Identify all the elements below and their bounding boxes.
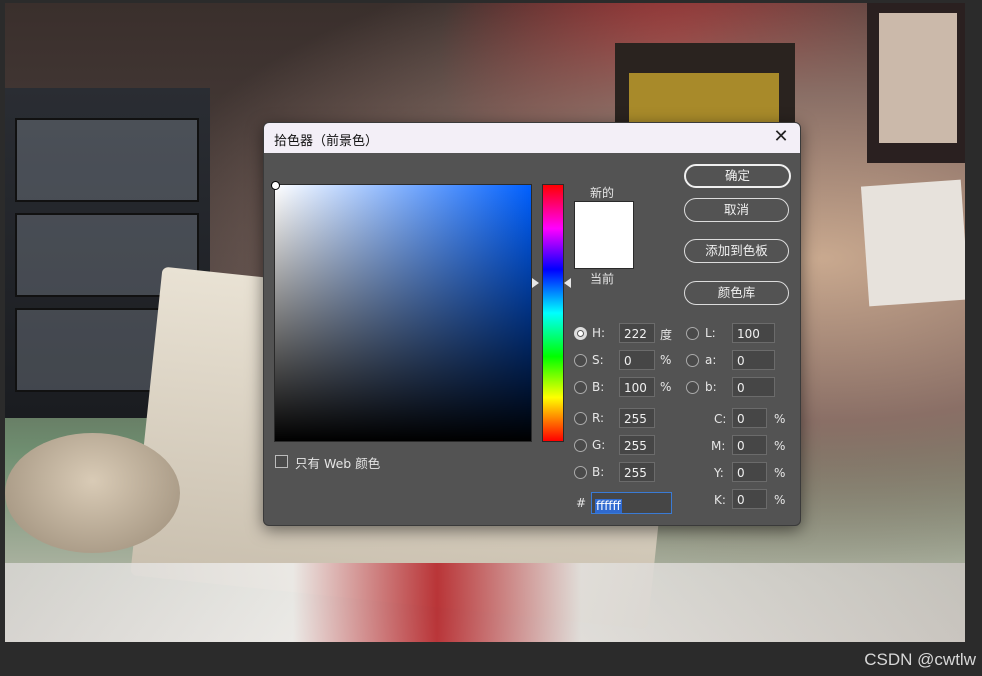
hex-value-selected: ffffff	[595, 499, 622, 513]
hue-slider-left-arrow-icon[interactable]	[532, 278, 539, 288]
title-bar[interactable]: 拾色器（前景色） ✕	[264, 123, 800, 153]
color-field[interactable]	[271, 181, 532, 442]
input-l[interactable]: 100	[732, 323, 775, 343]
label-c: C:	[714, 412, 727, 426]
background-frame	[867, 3, 965, 163]
cancel-button[interactable]: 取消	[684, 198, 789, 222]
background-cards	[860, 179, 965, 307]
radio-a[interactable]	[686, 354, 699, 367]
input-h[interactable]: 222	[619, 323, 655, 343]
radio-h[interactable]	[574, 327, 587, 340]
ok-button[interactable]: 确定	[684, 164, 791, 188]
add-to-swatches-button[interactable]: 添加到色板	[684, 239, 789, 263]
label-blue: B:	[592, 465, 605, 479]
color-libraries-button[interactable]: 颜色库	[684, 281, 789, 305]
unit-k: %	[774, 493, 786, 507]
drawer	[15, 118, 199, 202]
close-icon[interactable]: ✕	[770, 126, 792, 148]
label-k: K:	[714, 493, 726, 507]
watermark: CSDN @cwtlw	[864, 650, 976, 669]
radio-r[interactable]	[574, 412, 587, 425]
hue-slider-right-arrow-icon[interactable]	[564, 278, 571, 288]
color-swatch-preview[interactable]	[574, 201, 634, 269]
radio-s[interactable]	[574, 354, 587, 367]
radio-l[interactable]	[686, 327, 699, 340]
input-c[interactable]: 0	[732, 408, 767, 428]
dialog-title: 拾色器（前景色）	[274, 134, 379, 149]
label-h: H:	[592, 326, 606, 340]
web-colors-only-checkbox[interactable]	[275, 455, 288, 468]
input-m[interactable]: 0	[732, 435, 767, 455]
background-strip	[5, 563, 965, 642]
new-color-label: 新的	[590, 186, 615, 200]
input-y[interactable]: 0	[732, 462, 767, 482]
label-lab-b: b:	[705, 380, 717, 394]
label-l: L:	[705, 326, 716, 340]
input-g[interactable]: 255	[619, 435, 655, 455]
label-b: B:	[592, 380, 605, 394]
hex-label: #	[576, 496, 587, 510]
input-a[interactable]: 0	[732, 350, 775, 370]
unit-b: %	[660, 380, 672, 394]
unit-s: %	[660, 353, 672, 367]
radio-g[interactable]	[574, 439, 587, 452]
radio-b[interactable]	[574, 381, 587, 394]
current-color-label: 当前	[590, 272, 615, 286]
radio-lab-b[interactable]	[686, 381, 699, 394]
input-blue[interactable]: 255	[619, 462, 655, 482]
unit-y: %	[774, 466, 786, 480]
hex-input[interactable]: ffffff	[591, 492, 672, 514]
label-g: G:	[592, 438, 606, 452]
unit-c: %	[774, 412, 786, 426]
unit-m: %	[774, 439, 786, 453]
input-lab-b[interactable]: 0	[732, 377, 775, 397]
web-colors-only-label: 只有 Web 颜色	[295, 456, 381, 471]
unit-h: 度	[660, 328, 673, 342]
label-s: S:	[592, 353, 604, 367]
input-r[interactable]: 255	[619, 408, 655, 428]
label-m: M:	[711, 439, 726, 453]
input-s[interactable]: 0	[619, 350, 655, 370]
label-r: R:	[592, 411, 605, 425]
input-k[interactable]: 0	[732, 489, 767, 509]
color-picker-dialog: 拾色器（前景色） ✕ 新的 当前 确定 取消 添加到色板 颜色库 H: 222 …	[263, 122, 801, 526]
label-a: a:	[705, 353, 717, 367]
label-y: Y:	[714, 466, 724, 480]
background-tin	[5, 433, 180, 553]
input-b[interactable]: 100	[619, 377, 655, 397]
radio-blue[interactable]	[574, 466, 587, 479]
hue-slider[interactable]	[542, 184, 564, 442]
color-field-cursor[interactable]	[271, 181, 280, 190]
